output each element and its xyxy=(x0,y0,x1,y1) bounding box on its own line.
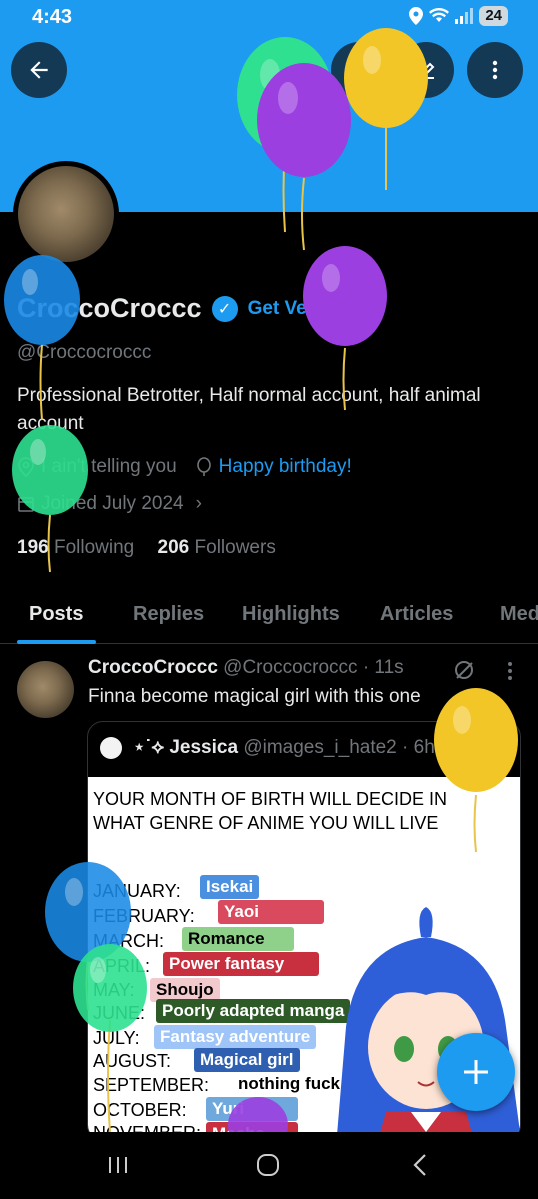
meta-row-location: I ain't telling you Happy birthday! xyxy=(17,456,352,478)
quote-author: Jessica xyxy=(169,737,239,758)
wifi-icon xyxy=(429,8,450,22)
genre-label: Power fantasy xyxy=(163,952,319,976)
genre-label: Fantasy adventure xyxy=(154,1025,317,1049)
display-name-row: CroccoCroccc ✓ Get Verified xyxy=(17,293,353,324)
battery-indicator: 24 xyxy=(479,6,508,26)
back-chevron-icon xyxy=(413,1154,426,1176)
joined-date: Joined July 2024 xyxy=(41,493,184,514)
tweet-handle-time: @Croccocroccc · 11s xyxy=(223,657,404,678)
profile-avatar[interactable] xyxy=(13,161,119,267)
birthday-text[interactable]: Happy birthday! xyxy=(219,456,352,478)
profile-tabs: Posts Replies Highlights Articles Media xyxy=(0,590,538,644)
quote-header: ⋆˙⟡ Jessica @images_i_hate2 · 6h xyxy=(100,736,435,759)
tab-articles[interactable]: Articles xyxy=(380,603,453,626)
compose-button[interactable] xyxy=(437,1033,515,1111)
arrow-left-icon xyxy=(30,61,48,79)
following-label: Following xyxy=(53,537,135,558)
status-icons: 24 xyxy=(409,6,508,26)
month-label: JUNE: xyxy=(93,1003,146,1023)
recent-apps-button[interactable] xyxy=(98,1149,138,1181)
follow-stats: 196 Following 206 Followers xyxy=(17,537,276,559)
grok-button[interactable] xyxy=(264,42,320,98)
home-button[interactable] xyxy=(248,1149,288,1181)
active-tab-indicator xyxy=(17,640,96,644)
tweet-avatar-image xyxy=(17,661,74,718)
followers-label: Followers xyxy=(194,537,276,558)
image-heading: YOUR MONTH OF BIRTH WILL DECIDE IN WHAT … xyxy=(93,789,448,833)
status-bar: 4:43 24 xyxy=(0,0,538,34)
balloon-icon xyxy=(196,457,211,476)
search-icon xyxy=(348,59,370,81)
display-name: CroccoCroccc xyxy=(17,293,202,323)
edit-button[interactable] xyxy=(398,42,454,98)
quote-handle-time: @images_i_hate2 · 6h xyxy=(243,737,435,758)
month-label: SEPTEMBER: xyxy=(93,1075,210,1095)
followers-link[interactable]: 206 Followers xyxy=(158,537,276,558)
system-back-button[interactable] xyxy=(400,1149,440,1181)
system-nav-bar xyxy=(0,1132,538,1199)
profile-bio: Professional Betrotter, Half normal acco… xyxy=(17,385,481,434)
tweet-header: CroccoCroccc @Croccocroccc · 11s xyxy=(88,657,404,679)
tweet-avatar[interactable] xyxy=(17,661,74,718)
genre-label: Isekai xyxy=(200,875,260,899)
tweet-more-icon[interactable] xyxy=(500,660,520,682)
signal-icon xyxy=(455,8,474,24)
genre-label: Magical girl xyxy=(194,1048,300,1072)
calendar-icon xyxy=(18,497,34,512)
more-button[interactable] xyxy=(467,42,523,98)
location-icon xyxy=(409,7,424,25)
home-circle-icon xyxy=(257,1154,279,1176)
month-label: JANUARY: xyxy=(93,881,181,901)
following-count: 196 xyxy=(17,537,49,558)
tab-posts[interactable]: Posts xyxy=(29,603,83,626)
verified-badge-icon: ✓ xyxy=(211,295,238,322)
search-button[interactable] xyxy=(331,42,387,98)
followers-count: 206 xyxy=(157,537,190,558)
genre-label: Yuri xyxy=(206,1097,298,1121)
profile-location: I ain't telling you xyxy=(41,456,177,477)
grok-icon xyxy=(284,62,300,78)
more-vertical-icon xyxy=(492,60,498,80)
get-verified-link[interactable]: Get Verified xyxy=(248,298,354,320)
month-label: FEBRUARY: xyxy=(93,906,195,926)
back-button[interactable] xyxy=(11,42,67,98)
recent-apps-icon xyxy=(109,1157,127,1173)
month-label: JULY: xyxy=(93,1028,140,1048)
tweet-text: Finna become magical girl with this one xyxy=(88,686,421,707)
quote-prefix: ⋆˙⟡ xyxy=(133,737,165,758)
tab-highlights[interactable]: Highlights xyxy=(242,603,340,626)
avatar-image xyxy=(18,166,114,262)
grok-slash-icon[interactable] xyxy=(452,658,476,682)
month-label: AUGUST: xyxy=(93,1051,172,1071)
month-label: OCTOBER: xyxy=(93,1100,187,1120)
following-link[interactable]: 196 Following xyxy=(17,537,134,558)
plus-icon xyxy=(464,1060,488,1084)
tweet-author[interactable]: CroccoCroccc xyxy=(88,657,218,678)
month-label: MAY: xyxy=(93,980,135,1000)
month-label: MARCH: xyxy=(93,931,164,951)
genre-label: Romance xyxy=(182,927,294,951)
location-pin-icon xyxy=(18,457,34,477)
genre-label: Yaoi xyxy=(218,900,324,924)
chevron-right-icon[interactable]: › xyxy=(196,493,202,515)
profile-handle: @Croccocroccc xyxy=(17,342,152,363)
tab-replies[interactable]: Replies xyxy=(133,603,204,626)
genre-label: Poorly adapted manga xyxy=(156,999,351,1023)
quote-avatar-icon xyxy=(100,736,122,759)
month-label: APRIL: xyxy=(93,956,151,976)
tab-media[interactable]: Media xyxy=(500,603,538,626)
edit-icon xyxy=(418,62,435,79)
meta-row-joined: Joined July 2024 › xyxy=(17,493,202,515)
status-time: 4:43 xyxy=(32,6,73,28)
